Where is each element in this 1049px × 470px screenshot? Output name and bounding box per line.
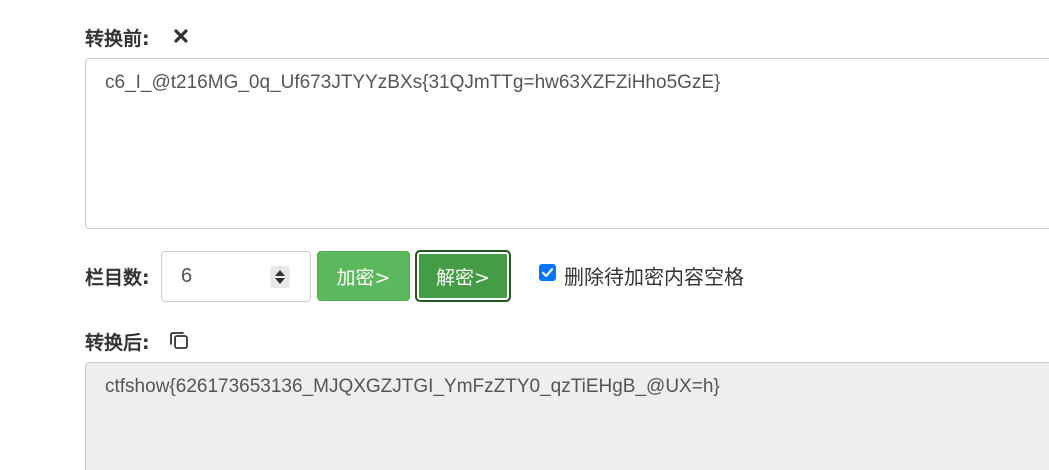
- columns-label: 栏目数:: [85, 267, 150, 289]
- remove-spaces-checkbox[interactable]: [539, 264, 556, 281]
- after-label: 转换后:: [85, 332, 150, 354]
- close-icon[interactable]: [171, 26, 191, 46]
- cipher-tool-page: 转换前: c6_I_@t216MG_0q_Uf673JTYYzBXs{31QJm…: [0, 0, 1049, 470]
- remove-spaces-label[interactable]: 删除待加密内容空格: [564, 261, 744, 290]
- decrypt-button[interactable]: 解密>: [416, 251, 510, 301]
- input-textarea[interactable]: c6_I_@t216MG_0q_Uf673JTYYzBXs{31QJmTTg=h…: [85, 58, 1049, 229]
- before-label: 转换前:: [85, 28, 150, 50]
- check-icon: [541, 268, 554, 278]
- output-textarea[interactable]: ctfshow{626173653136_MJQXGZJTGI_YmFzZTY0…: [85, 362, 1049, 470]
- number-spinner[interactable]: [270, 266, 290, 288]
- spinner-up-icon[interactable]: [275, 270, 285, 276]
- encrypt-button[interactable]: 加密>: [317, 251, 410, 301]
- columns-value: 6: [181, 265, 193, 287]
- copy-icon[interactable]: [167, 328, 191, 352]
- columns-number-input[interactable]: 6: [161, 251, 311, 302]
- spinner-down-icon[interactable]: [275, 278, 285, 284]
